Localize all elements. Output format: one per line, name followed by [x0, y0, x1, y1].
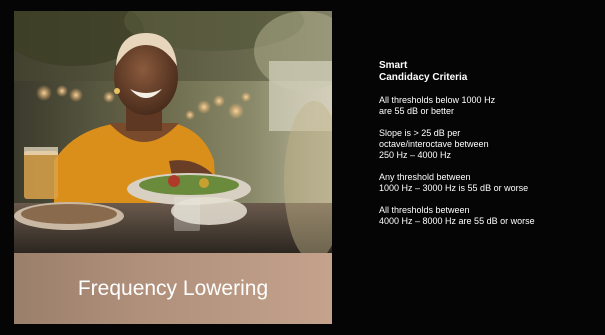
criterion-4-line1: All thresholds between — [379, 205, 470, 215]
criteria-title-line2: Candidacy Criteria — [379, 71, 468, 83]
candidacy-criteria-panel: Smart Candidacy Criteria All thresholds … — [379, 60, 594, 238]
criterion-2: Slope is > 25 dB per octave/interoctave … — [379, 128, 594, 161]
slide: Frequency Lowering Smart Candidacy Crite… — [0, 0, 605, 335]
criteria-title-line1: Smart — [379, 60, 408, 71]
criterion-4-line2: 4000 Hz – 8000 Hz are 55 dB or worse — [379, 216, 535, 226]
criterion-4: All thresholds between 4000 Hz – 8000 Hz… — [379, 205, 594, 227]
caption-banner: Frequency Lowering — [14, 253, 332, 324]
criterion-1-line1: All thresholds below 1000 Hz — [379, 95, 496, 105]
criterion-3-line1: Any threshold between — [379, 172, 471, 182]
criterion-3: Any threshold between 1000 Hz – 3000 Hz … — [379, 172, 594, 194]
criterion-2-line3: 250 Hz – 4000 Hz — [379, 150, 452, 160]
criteria-title: Smart Candidacy Criteria — [379, 60, 594, 83]
criterion-1: All thresholds below 1000 Hz are 55 dB o… — [379, 95, 594, 117]
criterion-1-line2: are 55 dB or better — [379, 106, 455, 116]
criterion-2-line1: Slope is > 25 dB per — [379, 128, 461, 138]
caption-word-lowering: Lowering — [182, 276, 269, 300]
criterion-3-line2: 1000 Hz – 3000 Hz is 55 dB or worse — [379, 183, 529, 193]
criterion-2-line2: octave/interoctave between — [379, 139, 489, 149]
caption-title: Frequency Lowering — [78, 277, 268, 301]
caption-word-frequency: Frequency — [77, 276, 178, 300]
photo-woman-laughing-at-dinner — [14, 11, 332, 253]
